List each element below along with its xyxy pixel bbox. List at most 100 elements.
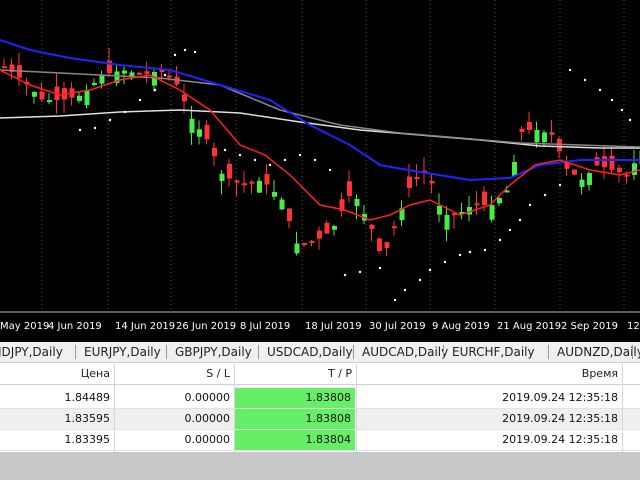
candle-body bbox=[632, 163, 637, 175]
sar-dot bbox=[138, 98, 142, 102]
candle-body bbox=[264, 174, 270, 185]
table-row[interactable]: 1.83395 0.00000 1.83804 2019.09.24 12:35… bbox=[0, 430, 640, 451]
header-price[interactable]: Цена bbox=[0, 364, 114, 384]
date-label: 26 Jun 2019 bbox=[176, 321, 237, 332]
sar-dot bbox=[418, 278, 422, 282]
chart-tab[interactable]: USDCAD,Daily bbox=[267, 344, 353, 360]
sar-dot bbox=[283, 158, 287, 162]
ma-line-blue bbox=[0, 39, 640, 182]
sar-dot bbox=[328, 168, 332, 172]
price-chart[interactable]: May 2019 4 Jun 2019 14 Jun 2019 26 Jun 2019… bbox=[0, 0, 640, 342]
candle-body bbox=[249, 181, 255, 184]
sar-dot bbox=[598, 88, 602, 92]
cell-time: 2019.09.24 12:35:18 bbox=[502, 433, 618, 446]
candle-body bbox=[47, 100, 52, 102]
chart-tab[interactable]: GBPJPY,Daily bbox=[175, 344, 252, 360]
candle-body bbox=[497, 198, 502, 204]
date-label: 4 Jun 2019 bbox=[48, 321, 102, 332]
sar-dot bbox=[193, 50, 197, 54]
date-axis: May 2019 4 Jun 2019 14 Jun 2019 26 Jun 2019… bbox=[0, 316, 640, 342]
table-row[interactable]: 1.83595 0.00000 1.83808 2019.09.24 12:35… bbox=[0, 409, 640, 430]
candle-body bbox=[624, 174, 630, 177]
tab-separator bbox=[75, 345, 76, 359]
candle-body bbox=[219, 173, 225, 181]
table-header: Цена S / L T / P Время bbox=[0, 364, 640, 385]
chart-tab[interactable]: EURJPY,Daily bbox=[84, 344, 161, 360]
candle-body bbox=[482, 191, 487, 205]
candle-body bbox=[144, 71, 150, 74]
candle-body bbox=[437, 206, 442, 215]
candle-body bbox=[602, 156, 607, 168]
candle-body bbox=[489, 205, 495, 220]
sar-dot bbox=[583, 78, 587, 82]
chart-tab[interactable]: AUDNZD,Daily bbox=[557, 344, 640, 360]
sar-dot bbox=[528, 203, 532, 207]
candle-body bbox=[242, 183, 247, 186]
sar-dot bbox=[93, 126, 97, 130]
candle-body bbox=[519, 128, 525, 132]
sar-dot bbox=[508, 228, 512, 232]
candle-body bbox=[587, 173, 592, 186]
candle-body bbox=[414, 176, 420, 179]
sar-dot bbox=[153, 88, 157, 92]
candle-body bbox=[474, 203, 480, 206]
sar-dot bbox=[393, 298, 397, 302]
candle-body bbox=[39, 91, 45, 100]
candle-body bbox=[92, 83, 97, 85]
date-label: 18 Jul 2019 bbox=[305, 321, 362, 332]
tab-separator bbox=[632, 345, 633, 359]
candle-body bbox=[234, 180, 240, 183]
sar-dot bbox=[268, 163, 272, 167]
sar-dot bbox=[558, 183, 562, 187]
sar-dot bbox=[223, 148, 227, 152]
column-divider bbox=[234, 364, 235, 452]
cell-price: 1.84489 bbox=[64, 391, 111, 404]
candle-body bbox=[227, 163, 232, 179]
sar-dot bbox=[498, 238, 502, 242]
chart-canvas[interactable] bbox=[0, 0, 640, 342]
date-label: May 2019 bbox=[0, 321, 50, 332]
candle-body bbox=[84, 90, 90, 106]
candle-body bbox=[32, 92, 37, 97]
cell-sl: 0.00000 bbox=[184, 412, 231, 425]
candle-body bbox=[534, 130, 540, 143]
candle-body bbox=[527, 121, 532, 130]
sar-dot bbox=[238, 153, 242, 157]
sar-dot bbox=[468, 250, 472, 254]
candle-body bbox=[257, 180, 262, 193]
cell-tp: 1.83808 bbox=[235, 409, 355, 429]
cell-time: 2019.09.24 12:35:18 bbox=[502, 412, 618, 425]
candle-body bbox=[444, 215, 450, 230]
chart-tab[interactable]: EURCHF,Daily bbox=[452, 344, 535, 360]
sar-dot bbox=[343, 273, 347, 277]
cell-time: 2019.09.24 12:35:18 bbox=[502, 391, 618, 404]
sar-dot bbox=[298, 153, 302, 157]
sar-dot bbox=[163, 73, 167, 77]
candle-body bbox=[309, 241, 315, 244]
header-sl[interactable]: S / L bbox=[114, 364, 234, 384]
candle-body bbox=[407, 176, 412, 188]
header-tp[interactable]: T / P bbox=[234, 364, 356, 384]
column-divider bbox=[114, 364, 115, 452]
candle-body bbox=[549, 132, 555, 135]
candle-body bbox=[572, 169, 577, 175]
candle-body bbox=[77, 95, 82, 101]
chart-tab[interactable]: JDJPY,Daily bbox=[0, 344, 63, 360]
cell-tp: 1.83808 bbox=[235, 388, 355, 408]
candle-body bbox=[579, 179, 585, 187]
date-label: 12 S bbox=[627, 321, 640, 332]
date-label: 21 Aug 2019 bbox=[497, 321, 562, 332]
table-row[interactable]: 1.84489 0.00000 1.83808 2019.09.24 12:35… bbox=[0, 388, 640, 409]
header-time[interactable]: Время bbox=[356, 364, 622, 384]
sar-dot bbox=[173, 53, 177, 57]
candle-body bbox=[594, 157, 600, 166]
chart-tab[interactable]: AUDCAD,Daily bbox=[362, 344, 448, 360]
candle-body bbox=[294, 243, 300, 254]
candle-body bbox=[2, 66, 7, 69]
trade-table: Цена S / L T / P Время 1.84489 0.00000 1… bbox=[0, 364, 640, 452]
tab-separator bbox=[443, 345, 444, 359]
candle-body bbox=[347, 181, 352, 196]
date-label: 30 Jul 2019 bbox=[369, 321, 426, 332]
sar-dot bbox=[543, 193, 547, 197]
tab-separator bbox=[258, 345, 259, 359]
